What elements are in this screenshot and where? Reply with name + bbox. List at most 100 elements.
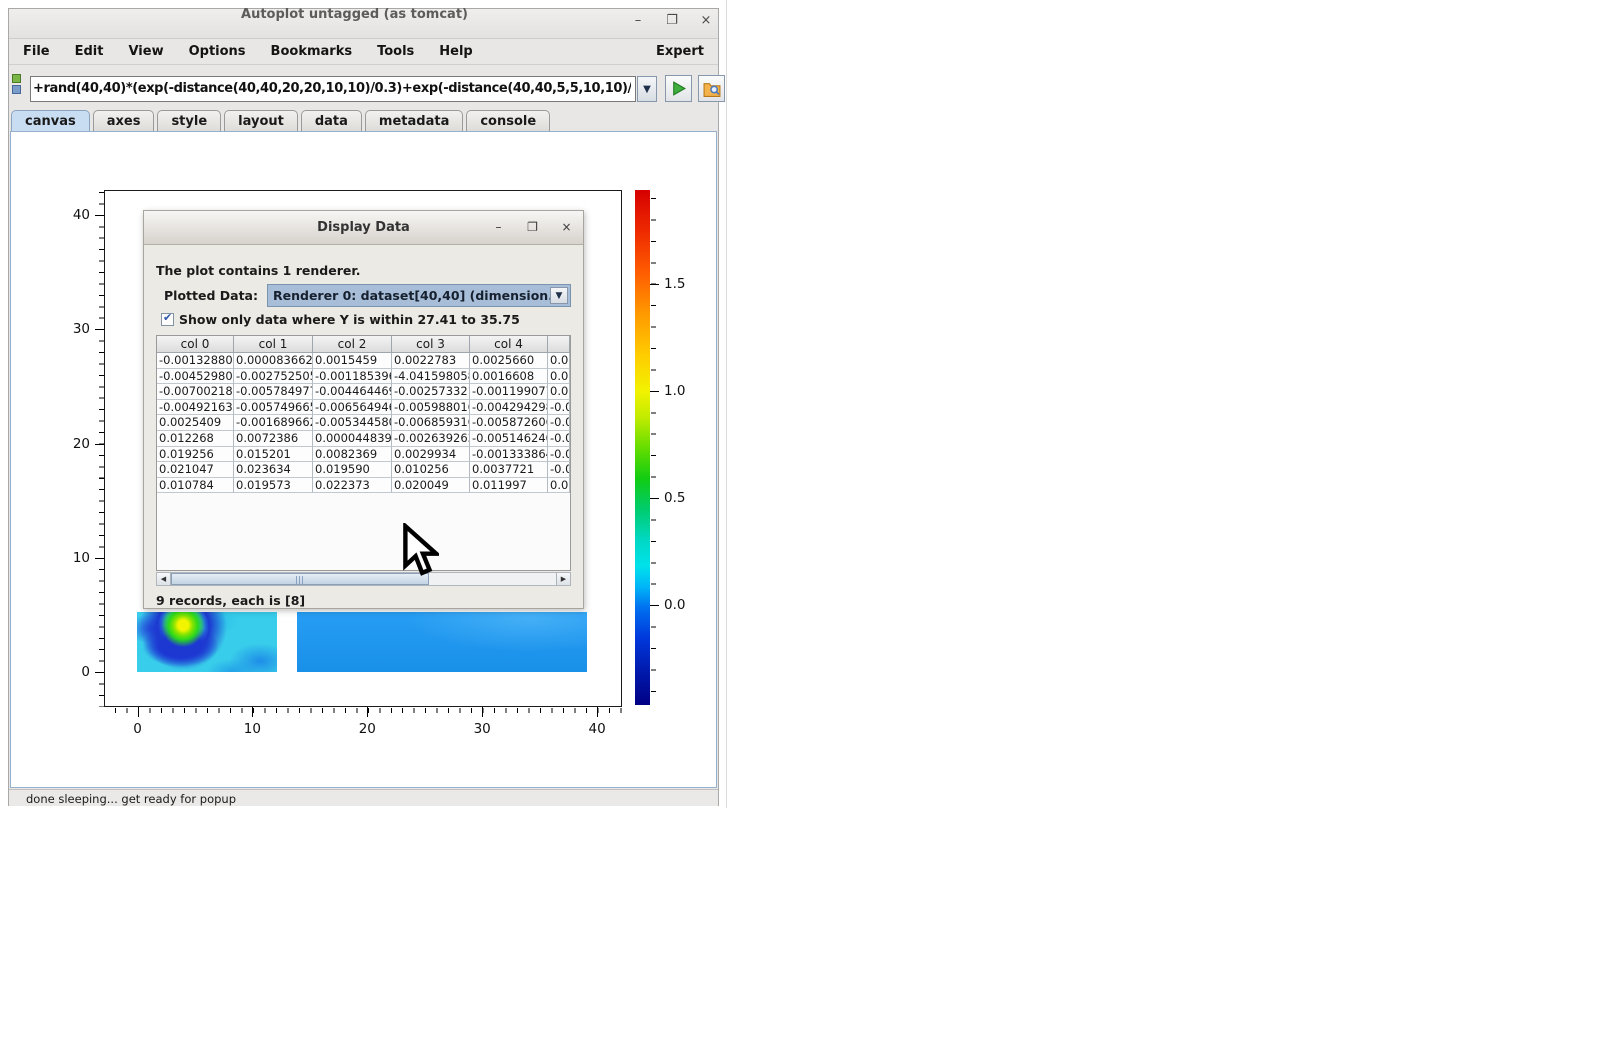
column-header[interactable]: col 3 [392, 336, 470, 353]
menu-item-edit[interactable]: Edit [75, 44, 104, 59]
column-header[interactable]: col 4 [470, 336, 548, 353]
table-cell[interactable]: -0.004529800... [157, 369, 234, 385]
x-tick-label: 0 [118, 721, 158, 737]
menu-item-view[interactable]: View [128, 44, 163, 59]
table-cell[interactable]: -0.001199077... [470, 384, 548, 400]
table-cell[interactable]: -0.004464469... [313, 384, 392, 400]
table-cell[interactable]: 0.0072386 [234, 431, 313, 447]
menu-item-options[interactable]: Options [189, 44, 246, 59]
table-row: -0.004529800...-0.002752505...-0.0011853… [157, 369, 570, 385]
tab-metadata[interactable]: metadata [365, 110, 463, 132]
table-cell[interactable]: 0.012268 [157, 431, 234, 447]
table-cell[interactable]: -0.004921634... [157, 400, 234, 416]
table-cell[interactable]: 0.019256 [157, 447, 234, 463]
table-cell[interactable]: 0.00 [548, 384, 570, 400]
table-cell[interactable]: 0.00 [548, 353, 570, 369]
table-cell[interactable]: 0.010256 [392, 462, 470, 478]
table-cell[interactable]: -0.005749665... [234, 400, 313, 416]
table-cell[interactable]: -0.001328804... [157, 353, 234, 369]
table-cell[interactable]: 0.0022783 [392, 353, 470, 369]
table-cell[interactable]: -0.0 [548, 400, 570, 416]
inspect-uri-button[interactable] [698, 75, 725, 102]
table-cell[interactable]: 0.022373 [313, 478, 392, 494]
uri-dropdown-button[interactable]: ▼ [637, 76, 657, 102]
table-cell[interactable]: -0.004294298... [470, 400, 548, 416]
combo-chevron-down-icon[interactable]: ▼ [550, 287, 568, 304]
table-cell[interactable]: 0.019573 [234, 478, 313, 494]
table-cell[interactable]: -0.001689662... [234, 415, 313, 431]
table-cell[interactable]: 0.0015459 [313, 353, 392, 369]
table-cell[interactable]: -0.0 [548, 447, 570, 463]
table-cell[interactable]: 0.000083662 [234, 353, 313, 369]
table-cell[interactable]: -0.002639263... [392, 431, 470, 447]
table-cell[interactable]: -4.041598058... [392, 369, 470, 385]
uri-input[interactable] [33, 78, 631, 99]
tab-layout[interactable]: layout [224, 110, 298, 132]
window-maximize-icon[interactable]: ❐ [663, 13, 681, 29]
table-cell[interactable]: 0.0037721 [470, 462, 548, 478]
dialog-close-icon[interactable]: × [558, 220, 575, 235]
y-tick-label: 30 [52, 321, 90, 337]
horizontal-scrollbar[interactable]: ◀ ▶ [156, 572, 571, 586]
table-cell[interactable]: 0.00 [548, 478, 570, 494]
table-cell[interactable]: -0.005784977... [234, 384, 313, 400]
uri-field[interactable] [30, 76, 636, 102]
table-cell[interactable]: 0.0025409 [157, 415, 234, 431]
table-cell[interactable]: -0.005344580... [313, 415, 392, 431]
menu-item-tools[interactable]: Tools [377, 44, 414, 59]
menu-items: File Edit View Options Bookmarks Tools Help [23, 44, 473, 59]
window-minimize-icon[interactable]: – [629, 13, 647, 29]
table-cell[interactable]: 0.000044839 [313, 431, 392, 447]
table-cell[interactable]: -0.007002187... [157, 384, 234, 400]
table-cell[interactable]: 0.023634 [234, 462, 313, 478]
table-cell[interactable]: 0.011997 [470, 478, 548, 494]
scrollbar-thumb[interactable] [171, 573, 429, 585]
dialog-maximize-icon[interactable]: ❐ [524, 220, 541, 235]
table-cell[interactable]: -0.001333864... [470, 447, 548, 463]
column-header[interactable]: col 2 [313, 336, 392, 353]
table-cell[interactable]: 0.0029934 [392, 447, 470, 463]
menu-item-bookmarks[interactable]: Bookmarks [271, 44, 353, 59]
scroll-right-icon[interactable]: ▶ [556, 573, 570, 585]
column-header[interactable]: col 0 [157, 336, 234, 353]
table-cell[interactable]: 0.021047 [157, 462, 234, 478]
table-cell[interactable]: -0.002752505... [234, 369, 313, 385]
table-cell[interactable]: 0.020049 [392, 478, 470, 494]
table-cell[interactable]: -0.006564946... [313, 400, 392, 416]
heatmap-strip-right[interactable] [297, 612, 587, 672]
heatmap-strip-left[interactable] [137, 612, 277, 672]
tab-canvas[interactable]: canvas [11, 110, 90, 132]
column-header[interactable]: col 1 [234, 336, 313, 353]
window-close-icon[interactable]: × [697, 13, 715, 29]
table-cell[interactable]: 0.0016608 [470, 369, 548, 385]
table-cell[interactable]: -0.0 [548, 462, 570, 478]
table-cell[interactable]: 0.019590 [313, 462, 392, 478]
y-filter-checkbox[interactable]: ✔ [161, 313, 174, 326]
table-cell[interactable]: 0.010784 [157, 478, 234, 494]
tab-style[interactable]: style [157, 110, 221, 132]
table-cell[interactable]: -0.006859316... [392, 415, 470, 431]
table-cell[interactable]: 0.00 [548, 369, 570, 385]
table-cell[interactable]: -0.005146240... [470, 431, 548, 447]
column-header[interactable] [548, 336, 570, 353]
table-cell[interactable]: 0.0082369 [313, 447, 392, 463]
table-cell[interactable]: -0.0 [548, 431, 570, 447]
table-cell[interactable]: -0.0 [548, 415, 570, 431]
menu-item-file[interactable]: File [23, 44, 50, 59]
tab-data[interactable]: data [301, 110, 362, 132]
table-cell[interactable]: -0.001185396... [313, 369, 392, 385]
table-cell[interactable]: -0.002573321... [392, 384, 470, 400]
table-cell[interactable]: -0.005988016... [392, 400, 470, 416]
colorbar-major-tick [650, 498, 659, 499]
scroll-left-icon[interactable]: ◀ [157, 573, 171, 585]
go-plot-button[interactable] [665, 75, 692, 102]
tab-console[interactable]: console [466, 110, 550, 132]
expert-toggle[interactable]: Expert [656, 44, 704, 59]
table-cell[interactable]: 0.015201 [234, 447, 313, 463]
plotted-data-combobox[interactable]: Renderer 0: dataset[40,40] (dimension...… [267, 284, 571, 307]
menu-item-help[interactable]: Help [439, 44, 472, 59]
table-cell[interactable]: -0.005872606... [470, 415, 548, 431]
dialog-minimize-icon[interactable]: – [490, 220, 507, 235]
table-cell[interactable]: 0.0025660 [470, 353, 548, 369]
tab-axes[interactable]: axes [93, 110, 155, 132]
